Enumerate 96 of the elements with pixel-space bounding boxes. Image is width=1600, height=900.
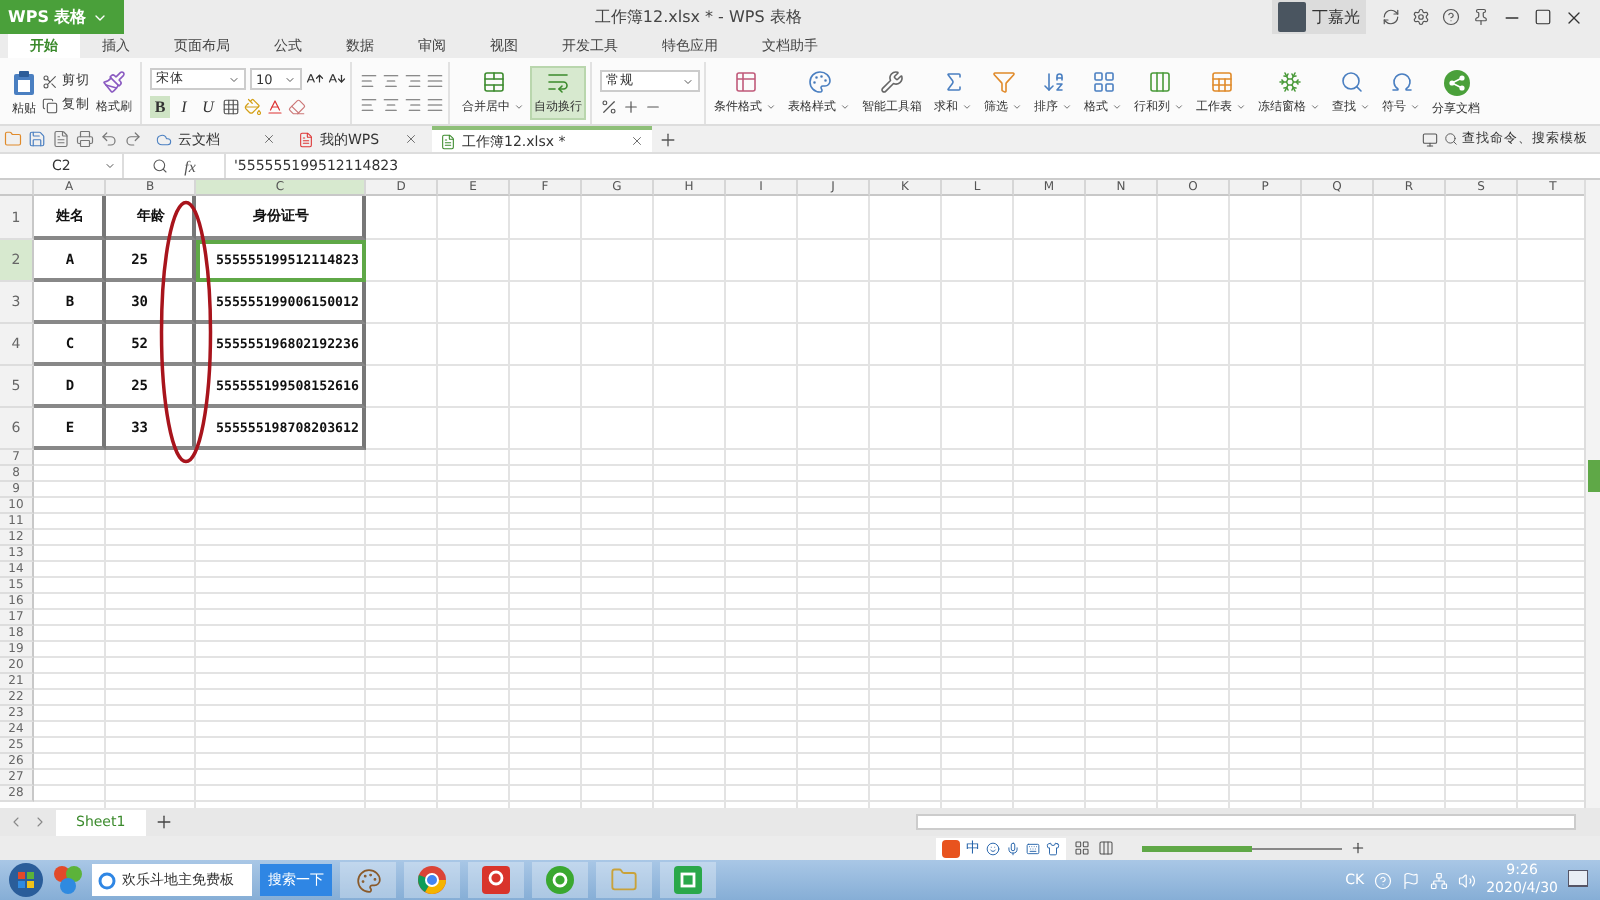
- browser-icon: [546, 866, 574, 894]
- merge-icon: [481, 70, 505, 94]
- cloud-icon: [156, 131, 172, 147]
- percent-icon[interactable]: [600, 98, 618, 116]
- shirt-icon: [1046, 841, 1060, 855]
- app-icon[interactable]: [52, 864, 84, 896]
- new-tab-icon[interactable]: [658, 129, 678, 149]
- normal-view-icon[interactable]: [1074, 840, 1090, 856]
- eraser-icon[interactable]: [288, 98, 306, 116]
- refresh-icon[interactable]: [1382, 8, 1400, 26]
- document-icon[interactable]: [52, 130, 70, 148]
- document-icon: [440, 133, 456, 149]
- settings-icon[interactable]: [1412, 8, 1430, 26]
- page-view-icon[interactable]: [1098, 840, 1114, 856]
- network-icon[interactable]: [1430, 871, 1449, 889]
- sort-icon: [1041, 70, 1065, 94]
- search-icon: [1444, 132, 1458, 146]
- palette-icon: [807, 70, 831, 94]
- ime-logo-icon: [942, 839, 960, 857]
- taskbar-app[interactable]: [404, 862, 460, 898]
- flag-icon[interactable]: [1402, 871, 1421, 889]
- font-style-button[interactable]: U: [198, 96, 218, 118]
- vertical-scrollbar[interactable]: [1584, 180, 1600, 808]
- presentation-app-icon: [482, 866, 510, 894]
- caret-icon: [104, 160, 116, 172]
- close-tab-icon[interactable]: [630, 134, 644, 148]
- font-color-icon[interactable]: [266, 98, 284, 116]
- shrink-font-icon[interactable]: [328, 70, 346, 88]
- wrap-icon: [546, 70, 570, 94]
- search-icon: [1339, 70, 1363, 94]
- align-right-icon[interactable]: [404, 96, 422, 114]
- sigma-icon: [941, 70, 965, 94]
- caret-icon: [228, 73, 240, 85]
- scissors-icon: [42, 73, 58, 89]
- folder-icon: [610, 866, 638, 894]
- align-middle-icon[interactable]: [382, 72, 400, 90]
- filter-icon: [991, 70, 1015, 94]
- caret-icon: [682, 75, 694, 87]
- window-title: 工作簿12.xlsx * - WPS 表格: [592, 6, 804, 28]
- borders-icon[interactable]: [222, 98, 240, 116]
- horizontal-scrollbar[interactable]: [916, 814, 1576, 830]
- align-center-icon[interactable]: [382, 96, 400, 114]
- keyboard-icon: [1026, 841, 1040, 855]
- snowflake-icon: [1277, 70, 1301, 94]
- grid-icon: [1091, 70, 1115, 94]
- align-top-icon[interactable]: [360, 72, 378, 90]
- align-left-icon[interactable]: [360, 96, 378, 114]
- undo-icon[interactable]: [100, 130, 118, 148]
- spreadsheet-app-icon: [674, 866, 702, 894]
- clipboard-icon: [12, 69, 36, 95]
- indent-icon[interactable]: [426, 72, 444, 90]
- caret-icon: [284, 73, 296, 85]
- last-sheet-icon[interactable]: [32, 814, 48, 830]
- pin-icon[interactable]: [1472, 8, 1490, 26]
- close-tab-icon[interactable]: [404, 132, 418, 146]
- fill-color-icon[interactable]: [244, 98, 262, 116]
- palette-icon: [355, 867, 381, 893]
- grow-font-icon[interactable]: [306, 70, 324, 88]
- document-icon: [298, 131, 314, 147]
- omega-icon: [1389, 70, 1413, 94]
- microphone-icon: [1006, 841, 1020, 855]
- taskbar-app[interactable]: [532, 862, 588, 898]
- sheet-icon: [1209, 70, 1233, 94]
- function-button[interactable]: fx: [184, 157, 196, 175]
- table-icon: [733, 70, 757, 94]
- browser-icon: [98, 871, 116, 889]
- print-icon[interactable]: [76, 130, 94, 148]
- wrench-icon: [880, 70, 904, 94]
- close-icon[interactable]: [1564, 7, 1584, 27]
- save-icon[interactable]: [28, 130, 46, 148]
- add-sheet-icon[interactable]: [153, 812, 174, 832]
- font-style-button[interactable]: B: [150, 96, 170, 118]
- redo-icon[interactable]: [124, 130, 142, 148]
- font-style-button[interactable]: I: [174, 96, 194, 118]
- taskbar-app[interactable]: [340, 862, 396, 898]
- zoom-icon[interactable]: [152, 158, 169, 174]
- notification-icon[interactable]: [1568, 870, 1588, 890]
- share-icon: [1443, 69, 1469, 95]
- start-button[interactable]: [8, 862, 44, 898]
- justify-icon[interactable]: [426, 96, 444, 114]
- first-sheet-icon[interactable]: [8, 814, 24, 830]
- volume-icon[interactable]: [1458, 871, 1477, 889]
- help-icon[interactable]: [1442, 8, 1460, 26]
- folder-icon[interactable]: [4, 130, 22, 148]
- align-bottom-icon[interactable]: [404, 72, 422, 90]
- copy-icon: [42, 97, 58, 113]
- taskbar-app[interactable]: [660, 862, 716, 898]
- zoom-in-icon[interactable]: [1350, 840, 1366, 856]
- close-tab-icon[interactable]: [262, 132, 276, 146]
- columns-icon: [1147, 70, 1171, 94]
- taskbar-app[interactable]: [468, 862, 524, 898]
- smile-icon: [986, 841, 1000, 855]
- browser-icon: [418, 866, 446, 894]
- paintbrush-icon: [102, 70, 126, 94]
- monitor-icon[interactable]: [1422, 131, 1438, 147]
- maximize-icon[interactable]: [1534, 8, 1552, 26]
